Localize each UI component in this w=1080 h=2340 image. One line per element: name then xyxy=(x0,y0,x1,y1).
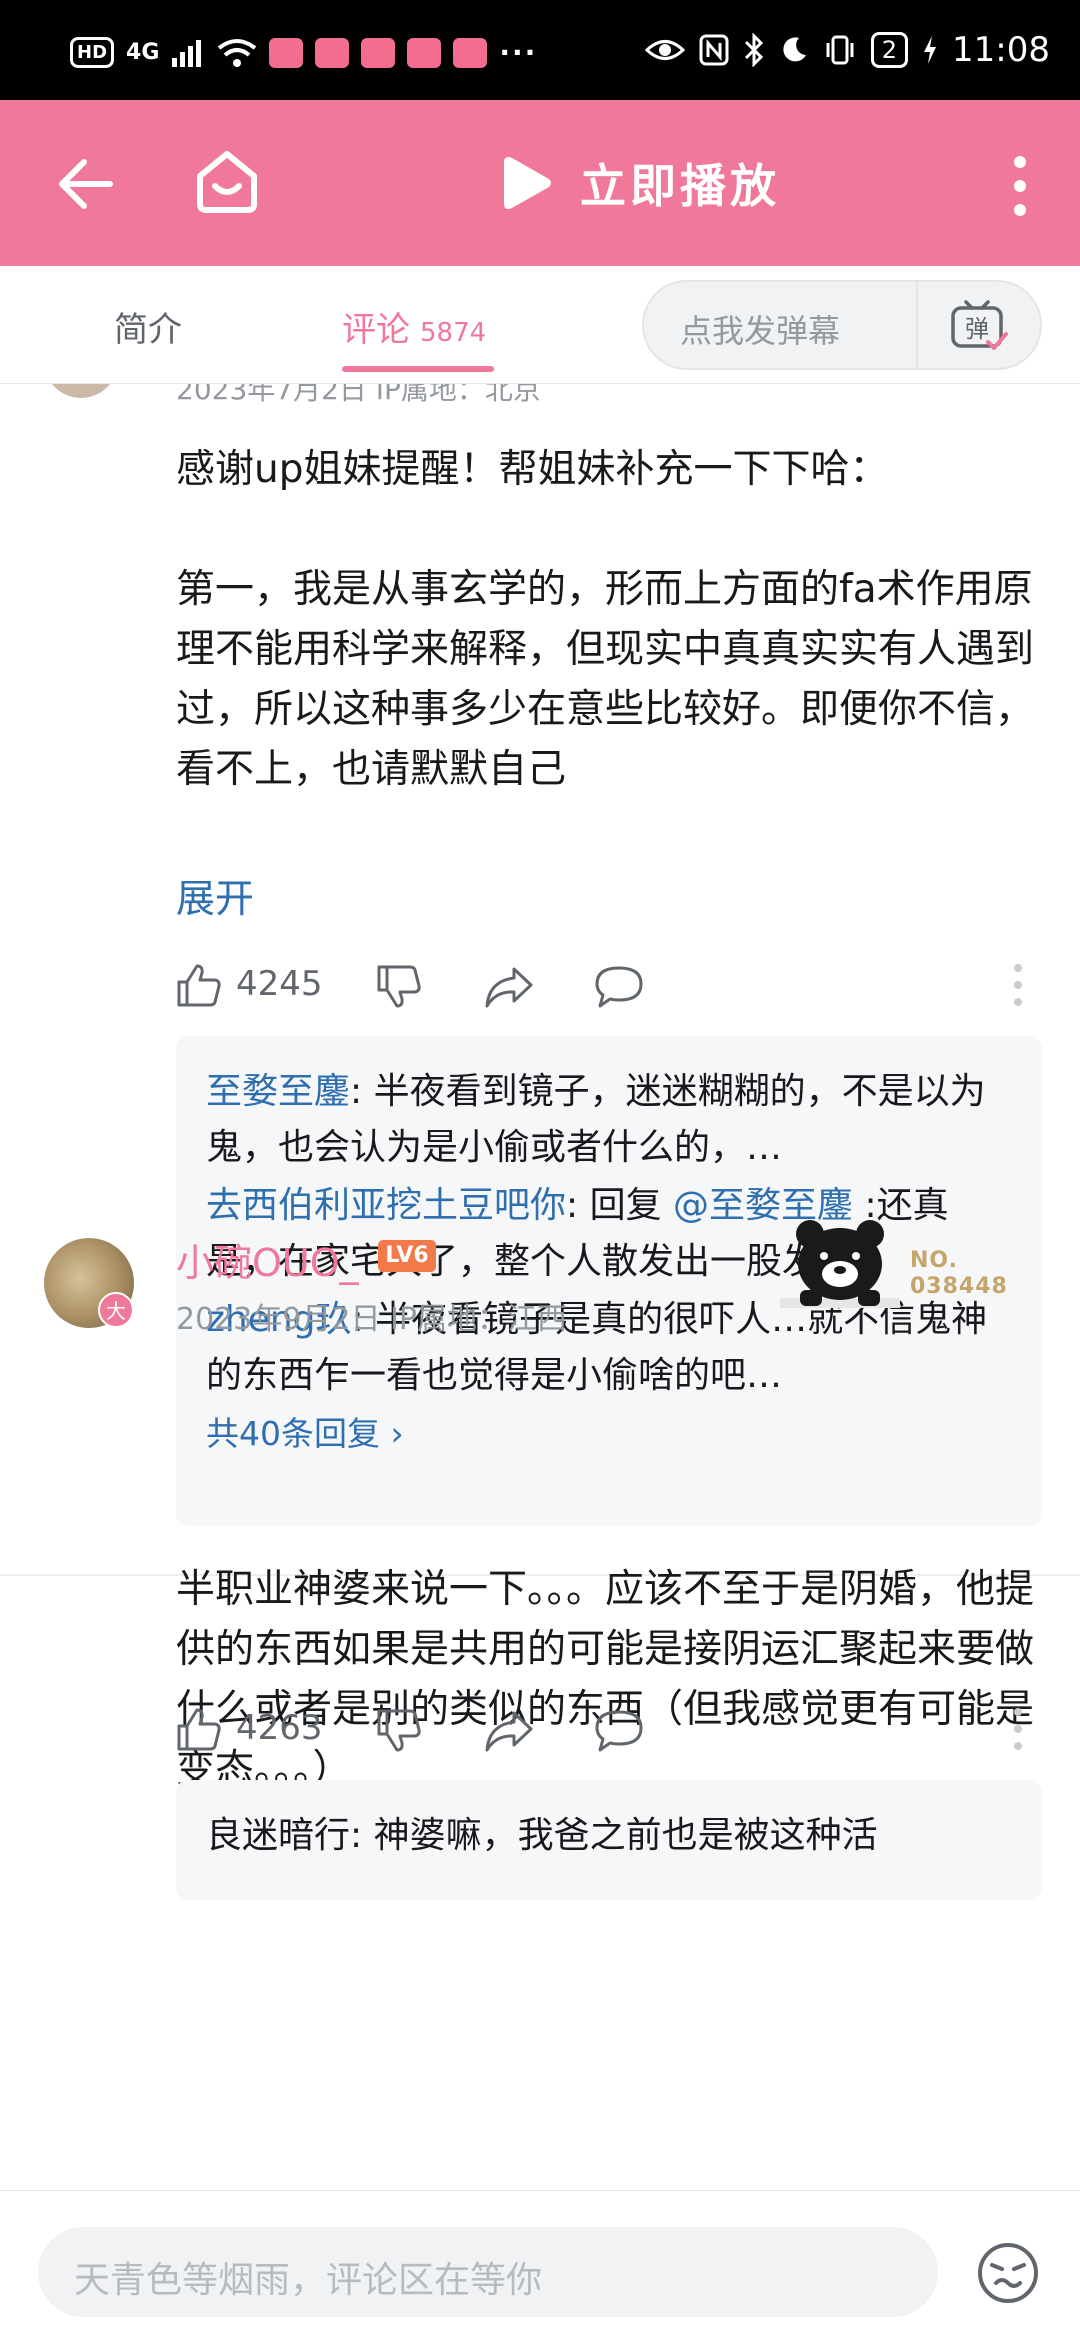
active-tab-indicator xyxy=(342,366,494,372)
status-right: 2 11:08 xyxy=(644,30,1050,70)
like-count: 4245 xyxy=(236,964,323,1004)
more-vertical-icon[interactable] xyxy=(1010,154,1030,218)
avatar[interactable] xyxy=(44,384,118,398)
danmaku-toggle-glyph: 弹 xyxy=(965,315,989,343)
comment-paragraph: 感谢up姐妹提醒！帮姐妹补充一下下哈： xyxy=(176,447,889,492)
tab-intro[interactable]: 简介 xyxy=(114,302,182,351)
thumbs-up-icon[interactable] xyxy=(176,962,222,1008)
comment-meta: 2023年7月2日 IP属地：北京 xyxy=(176,384,541,406)
vibrate-icon xyxy=(826,35,854,65)
comment-meta: 2023年9月2日 IP属地：江西 xyxy=(176,1302,567,1337)
signal-icon xyxy=(172,39,202,67)
level-badge: LV6 xyxy=(378,1240,436,1272)
comment-input-placeholder: 天青色等烟雨，评论区在等你 xyxy=(74,2260,543,2301)
back-arrow-icon[interactable] xyxy=(52,152,116,216)
play-icon xyxy=(504,157,551,209)
reply-item-cut[interactable]: 良迷暗行: 神婆嘛，我爸之前也是被这种活 xyxy=(206,1808,1012,1864)
notification-app-icon xyxy=(407,37,442,68)
moon-icon xyxy=(783,37,806,62)
comment-text: 感谢up姐妹提醒！帮姐妹补充一下下哈： 第一，我是从事玄学的，形而上方面的fa术… xyxy=(176,440,1036,800)
avatar-badge: 大 xyxy=(98,1292,134,1328)
comment-paragraph: 第一，我是从事玄学的，形而上方面的fa术作用原理不能用科学来解释，但现实中真真实… xyxy=(176,567,1035,792)
more-vertical-icon[interactable] xyxy=(1012,962,1024,1008)
danmaku-divider xyxy=(916,282,918,368)
app-header: 立即播放 xyxy=(0,100,1080,266)
fan-number: NO. 038448 xyxy=(910,1248,1008,1300)
share-icon[interactable] xyxy=(484,964,534,1010)
comment-paragraph: 半职业神婆来说一下。。。应该不至于是阴婚，他提供的东西如果是共用的可能是接阴运汇… xyxy=(176,1567,1035,1792)
nfc-icon xyxy=(699,34,729,66)
expand-link[interactable]: 展开 xyxy=(176,868,254,924)
comment-text: 半职业神婆来说一下。。。应该不至于是阴婚，他提供的东西如果是共用的可能是接阴运汇… xyxy=(176,1560,1036,1800)
tab-comments-label: 评论 xyxy=(342,310,410,350)
comment-input[interactable]: 天青色等烟雨，评论区在等你 xyxy=(38,2227,938,2317)
comment-bubble-icon[interactable] xyxy=(594,1708,644,1754)
danmaku-input[interactable]: 点我发弹幕 xyxy=(680,306,840,352)
view-all-replies-link[interactable]: 共40条回复 › xyxy=(206,1406,1012,1488)
emoji-icon[interactable] xyxy=(976,2241,1040,2305)
comment-input-bar: 天青色等烟雨，评论区在等你 xyxy=(0,2190,1080,2340)
comment-feed[interactable]: 2023年7月2日 IP属地：北京 感谢up姐妹提醒！帮姐妹补充一下下哈： 第一… xyxy=(0,384,1080,2190)
more-notifications: ··· xyxy=(499,36,538,69)
bluetooth-icon xyxy=(744,33,763,67)
play-now-button[interactable]: 立即播放 xyxy=(500,150,780,216)
tab-comments-count: 5874 xyxy=(420,318,487,348)
fan-number-label: NO. xyxy=(910,1248,958,1273)
more-vertical-icon[interactable] xyxy=(1012,1706,1024,1752)
reply-item[interactable]: 至婺至鏖: 半夜看到镜子，迷迷糊糊的，不是以为鬼，也会认为是小偷或者什么的，… xyxy=(206,1064,1012,1176)
charging-icon xyxy=(924,36,937,64)
danmaku-toggle-icon[interactable]: 弹 xyxy=(950,298,1010,354)
reply-username[interactable]: 至婺至鏖 xyxy=(206,1071,350,1112)
comment-actions: 4263 xyxy=(176,1700,1036,1760)
thumbs-up-icon[interactable] xyxy=(176,1706,222,1752)
play-now-label: 立即播放 xyxy=(580,159,780,213)
danmaku-input-box: 点我发弹幕 弹 xyxy=(642,280,1042,370)
wifi-icon xyxy=(218,38,257,67)
clock: 11:08 xyxy=(952,30,1050,70)
notification-app-icon xyxy=(361,37,396,68)
reply-preview-box[interactable]: 良迷暗行: 神婆嘛，我爸之前也是被这种活 xyxy=(176,1780,1042,1900)
status-left: HD 4G ··· xyxy=(70,36,537,69)
comment-username[interactable]: 小碗OUO_ xyxy=(176,1232,359,1287)
hd-indicator: HD xyxy=(70,37,115,68)
notification-app-icon xyxy=(315,37,350,68)
tab-bar: 简介 评论 5874 点我发弹幕 弹 xyxy=(0,266,1080,384)
thumbs-down-icon[interactable] xyxy=(376,964,422,1010)
notification-app-icon xyxy=(453,37,488,68)
eye-icon xyxy=(644,40,685,60)
like-count: 4263 xyxy=(236,1708,323,1748)
comment-bubble-icon[interactable] xyxy=(594,964,644,1010)
thumbs-down-icon[interactable] xyxy=(376,1708,422,1754)
battery-indicator: 2 xyxy=(870,32,909,68)
share-icon[interactable] xyxy=(484,1708,534,1754)
reply-username[interactable]: 去西伯利亚挖土豆吧你 xyxy=(206,1185,566,1226)
reply-separator: : xyxy=(566,1185,590,1226)
network-type: 4G xyxy=(126,40,160,65)
tab-comments[interactable]: 评论 5874 xyxy=(342,302,486,351)
reply-prefix: 回复 xyxy=(589,1185,674,1226)
notification-app-icon xyxy=(269,37,304,68)
home-icon[interactable] xyxy=(192,146,262,216)
fan-number-value: 038448 xyxy=(910,1274,1008,1299)
status-bar: HD 4G ··· 2 11:08 xyxy=(0,0,1080,100)
reply-separator: : xyxy=(350,1071,374,1112)
comment-actions: 4245 xyxy=(176,956,1036,1016)
